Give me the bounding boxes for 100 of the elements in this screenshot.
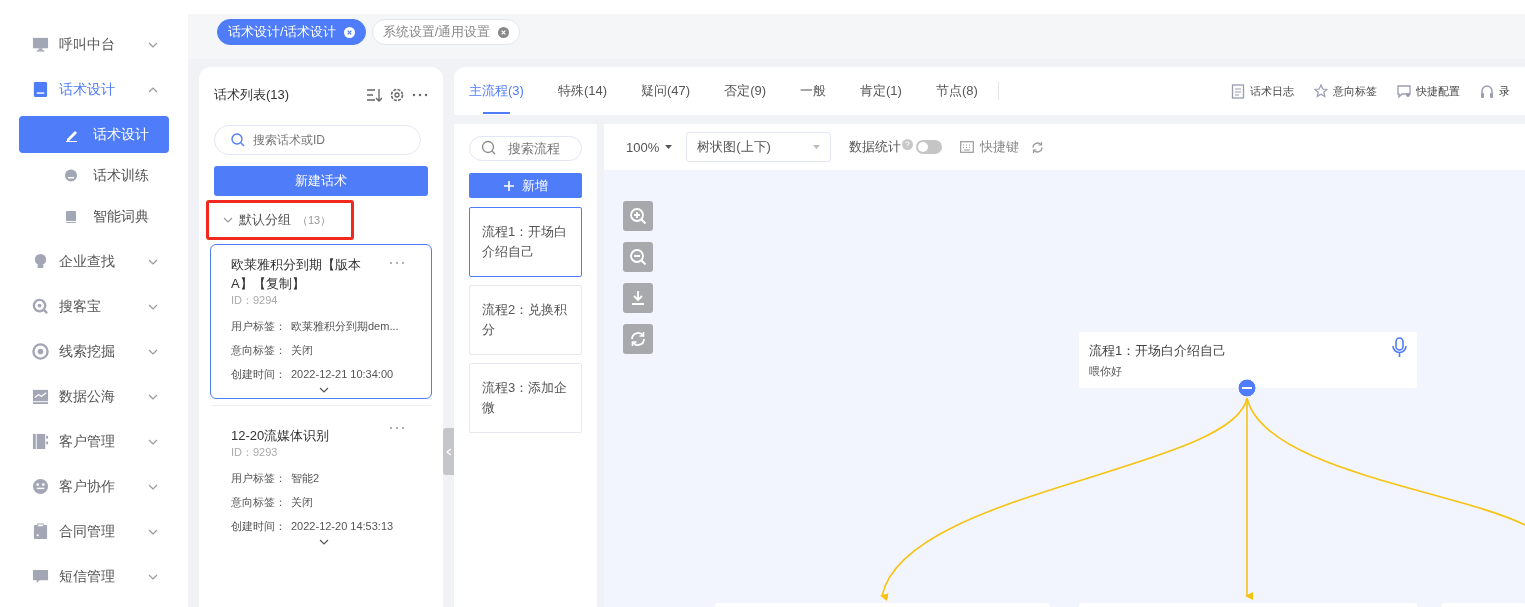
add-button[interactable]: 新增 (469, 173, 582, 198)
sidebar-item[interactable]: 话术设计 (0, 67, 188, 112)
document-icon (1231, 83, 1245, 99)
chevron-down-icon[interactable] (318, 386, 329, 394)
sidebar-item[interactable]: 数据公海 (0, 374, 188, 419)
flow-tab[interactable]: 一般 (800, 67, 827, 115)
stats-toggle[interactable] (916, 140, 943, 154)
script-id: ID：9293 (231, 445, 279, 460)
caret-icon (665, 145, 673, 149)
flow-tab[interactable]: 特殊(14) (557, 67, 607, 115)
layout-select[interactable]: 树状图(上下) (686, 132, 832, 162)
sort-icon[interactable] (366, 87, 382, 103)
chevron-down-icon[interactable] (318, 538, 329, 546)
sidebar-item[interactable]: 企业查找 (0, 239, 188, 284)
sidebar-subitem[interactable]: 话术设计 (19, 116, 169, 153)
page-tab[interactable]: 系统设置/通用设置 (371, 19, 521, 45)
toolbar-link[interactable]: 录 (1480, 83, 1510, 99)
refresh-icon[interactable] (1031, 140, 1045, 154)
field-value: 关闭 (291, 495, 313, 510)
sidebar-item[interactable]: 合同管理 (0, 509, 188, 554)
zoom-dropdown[interactable]: 100% (626, 139, 673, 155)
zoom-in-icon (629, 207, 647, 225)
flow-node[interactable]: 流程1：开场白介绍自己 喂你好 (1079, 332, 1417, 388)
flow-tab[interactable]: 主流程(3) (469, 67, 524, 115)
headphones-icon (1480, 83, 1494, 99)
panel-title: 话术列表(13) (214, 86, 291, 104)
field-label: 创建时间： (231, 519, 287, 534)
plus-icon (503, 180, 514, 191)
field-value: 智能2 (291, 471, 320, 486)
canvas-tool-button[interactable] (623, 324, 653, 354)
group-count: （13） (297, 212, 332, 228)
search-icon (230, 132, 246, 148)
chat-gear-icon (1397, 83, 1411, 99)
field-value: 欧莱雅积分到期dem... (291, 319, 399, 334)
sidebar-subitem[interactable]: 话术训练 (19, 157, 169, 194)
sidebar-item[interactable]: 呼叫中台 (0, 22, 188, 67)
shortcut-link[interactable]: 快捷键 (960, 138, 1020, 156)
stats-label: 数据统计 (849, 138, 902, 156)
target-icon (32, 343, 49, 360)
close-icon[interactable] (343, 26, 355, 38)
script-id: ID：9294 (231, 293, 279, 308)
chevron-left-icon (445, 447, 452, 456)
flow-item[interactable]: 流程1：开场白介绍自己 (469, 207, 582, 277)
field-label: 用户标签： (231, 319, 287, 334)
flow-item[interactable]: 流程2：兑换积分 (469, 285, 582, 355)
group-name[interactable]: 默认分组 (239, 211, 291, 229)
sidebar-item[interactable]: 客户协作 (0, 464, 188, 509)
toolbar-link[interactable]: 快捷配置 (1397, 83, 1460, 99)
field-value: 2022-12-20 14:53:13 (291, 519, 394, 534)
sidebar-item[interactable]: 短信管理 (0, 554, 188, 599)
speech-bubble-icon (64, 168, 78, 183)
field-label: 创建时间： (231, 367, 287, 382)
search-field[interactable]: 搜索话术或ID (214, 125, 421, 155)
field-label: 用户标签： (231, 471, 287, 486)
chat-bubble-icon (32, 568, 49, 585)
caret-icon (813, 145, 821, 149)
lightbulb-icon (32, 253, 49, 270)
field-value: 关闭 (291, 343, 313, 358)
chart-icon (32, 388, 49, 405)
flow-tab[interactable]: 否定(9) (724, 67, 767, 115)
collapse-icon[interactable] (1237, 378, 1257, 398)
flow-item[interactable]: 流程3：添加企微 (469, 363, 582, 433)
toolbar-link[interactable]: 意向标签 (1314, 83, 1377, 99)
script-card[interactable]: 12-20流媒体识别 ID：9293 用户标签： 智能2 意向标签： 关闭 创建时间： 2022-12-20 14:53:13 (210, 409, 432, 551)
canvas-tool-button[interactable] (623, 201, 653, 231)
new-script-button[interactable]: 新建话术 (214, 166, 428, 196)
field-value: 2022-12-21 10:34:00 (291, 367, 394, 382)
sidebar-subitem[interactable]: 智能词典 (19, 198, 169, 235)
refresh-icon (629, 330, 647, 348)
download-icon (629, 289, 647, 307)
microphone-icon[interactable] (1392, 337, 1407, 358)
flow-tab[interactable]: 肯定(1) (860, 67, 902, 115)
script-title: 欧莱雅积分到期【版本A】【复制】 (231, 256, 362, 293)
flow-tab[interactable]: 节点(8) (935, 67, 978, 115)
sidebar-item[interactable]: 线索挖掘 (0, 329, 188, 374)
flow-tab[interactable]: 疑问(47) (641, 67, 691, 115)
node-title: 流程1：开场白介绍自己 (1089, 342, 1228, 360)
canvas-tool-button[interactable] (623, 283, 653, 313)
sidebar-item[interactable]: 客户管理 (0, 419, 188, 464)
toolbar-link[interactable]: 话术日志 (1231, 83, 1294, 99)
field-label: 意向标签： (231, 495, 287, 510)
script-title: 12-20流媒体识别 (231, 427, 331, 445)
canvas-tool-button[interactable] (623, 242, 653, 272)
magnifier-icon (32, 298, 49, 315)
search-field[interactable]: 搜索流程 (469, 136, 582, 161)
book-icon (64, 209, 78, 224)
monitor-icon (32, 36, 49, 53)
smiley-icon (32, 478, 49, 495)
contact-card-icon (32, 433, 49, 450)
search-icon (481, 140, 497, 156)
help-icon (902, 138, 914, 150)
book-icon (32, 81, 49, 98)
settings-icon[interactable] (389, 87, 405, 103)
collapse-handle[interactable] (443, 428, 454, 475)
clipboard-icon (32, 523, 49, 540)
keyboard-icon (960, 141, 975, 153)
page-tab[interactable]: 话术设计/话术设计 (217, 19, 366, 45)
sidebar-item[interactable]: 搜客宝 (0, 284, 188, 329)
zoom-out-icon (629, 248, 647, 266)
close-icon[interactable] (498, 26, 510, 38)
